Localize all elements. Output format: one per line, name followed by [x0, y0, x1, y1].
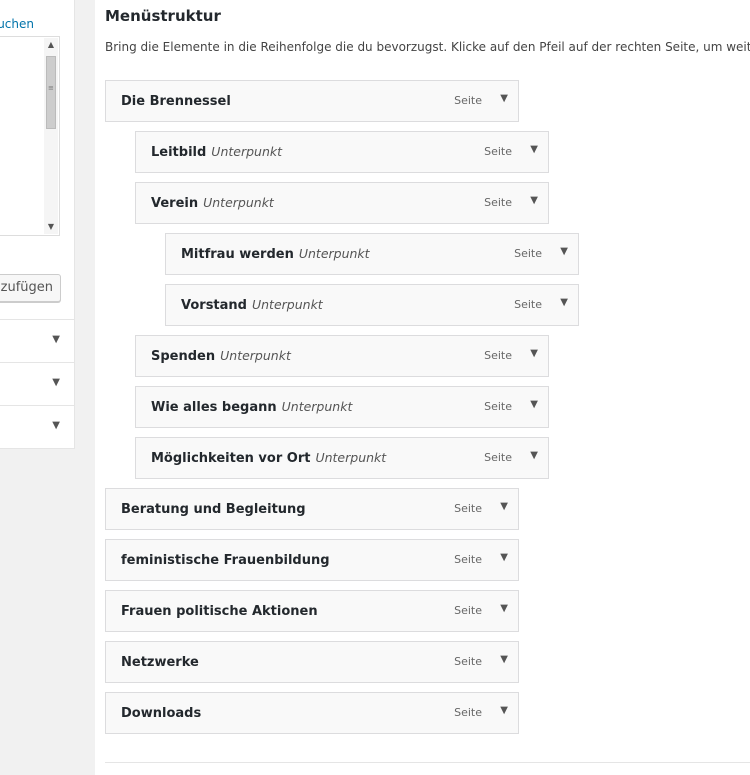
expand-arrow-icon[interactable]: ▼	[530, 399, 538, 410]
menu-item-subtitle: Unterpunkt	[298, 246, 370, 261]
menu-item-label: Verein	[151, 196, 199, 211]
menu-item-type: Seite	[454, 553, 482, 566]
menu-item[interactable]: Verein Unterpunkt Seite ▼	[135, 182, 549, 224]
menu-item-subtitle: Unterpunkt	[281, 399, 353, 414]
expand-arrow-icon[interactable]: ▼	[530, 195, 538, 206]
menu-item-label: feministische Frauenbildung	[121, 553, 330, 568]
scroll-down-arrow-icon[interactable]: ▼	[44, 220, 58, 234]
menu-item[interactable]: Möglichkeiten vor Ort Unterpunkt Seite ▼	[135, 437, 549, 479]
expand-arrow-icon[interactable]: ▼	[500, 501, 508, 512]
expand-arrow-icon[interactable]: ▼	[500, 603, 508, 614]
menu-item-subtitle: Unterpunkt	[251, 297, 323, 312]
menu-item[interactable]: Frauen politische Aktionen Seite ▼	[105, 590, 519, 632]
menu-item-type: Seite	[454, 94, 482, 107]
menu-item[interactable]: Downloads Seite ▼	[105, 692, 519, 734]
menu-item-type: Seite	[484, 400, 512, 413]
accordion-section[interactable]: ▼	[0, 319, 74, 361]
expand-arrow-icon[interactable]: ▼	[500, 654, 508, 665]
menu-item-label: Die Brennessel	[121, 94, 231, 109]
menu-item-subtitle: Unterpunkt	[211, 144, 283, 159]
menu-item-label: Beratung und Begleitung	[121, 502, 306, 517]
expand-arrow-icon[interactable]: ▼	[560, 297, 568, 308]
menu-item-subtitle: Unterpunkt	[220, 348, 291, 363]
menu-item[interactable]: Spenden Unterpunkt Seite ▼	[135, 335, 549, 377]
menu-item-label: Mitfrau werden	[181, 247, 294, 262]
menu-item-type: Seite	[454, 655, 482, 668]
instructions-text: Bring die Elemente in die Reihenfolge di…	[105, 40, 750, 54]
expand-arrow-icon[interactable]: ▼	[500, 552, 508, 563]
accordion-section[interactable]: ▼	[0, 362, 74, 404]
menu-item-label: Wie alles begann	[151, 400, 277, 415]
menu-item-type: Seite	[454, 706, 482, 719]
divider	[105, 762, 750, 763]
page-title: Menüstruktur	[105, 7, 221, 25]
expand-arrow-icon[interactable]: ▼	[530, 348, 538, 359]
add-to-menu-button[interactable]: nzufügen	[0, 274, 61, 302]
menu-item[interactable]: Die Brennessel Seite ▼	[105, 80, 519, 122]
add-menu-items-panel: uchen ▲ ≡ ▼ nzufügen ▼ ▼ ▼	[0, 0, 75, 449]
menu-item-type: Seite	[484, 196, 512, 209]
menu-item-label: Möglichkeiten vor Ort	[151, 451, 311, 466]
menu-item-label: Frauen politische Aktionen	[121, 604, 318, 619]
scroll-grip-icon: ≡	[48, 84, 54, 92]
menu-item-type: Seite	[514, 298, 542, 311]
scrollbar[interactable]: ▲ ≡ ▼	[44, 38, 58, 234]
chevron-down-icon[interactable]: ▼	[52, 420, 60, 431]
menu-item[interactable]: feministische Frauenbildung Seite ▼	[105, 539, 519, 581]
menu-item[interactable]: Netzwerke Seite ▼	[105, 641, 519, 683]
menu-item-type: Seite	[454, 502, 482, 515]
expand-arrow-icon[interactable]: ▼	[500, 93, 508, 104]
chevron-down-icon[interactable]: ▼	[52, 377, 60, 388]
menu-item[interactable]: Beratung und Begleitung Seite ▼	[105, 488, 519, 530]
menu-item-type: Seite	[484, 451, 512, 464]
menu-item[interactable]: Vorstand Unterpunkt Seite ▼	[165, 284, 579, 326]
menu-item[interactable]: Leitbild Unterpunkt Seite ▼	[135, 131, 549, 173]
menu-item-type: Seite	[454, 604, 482, 617]
menu-item-type: Seite	[484, 145, 512, 158]
expand-arrow-icon[interactable]: ▼	[560, 246, 568, 257]
menu-item-label: Downloads	[121, 706, 202, 721]
menu-item-label: Vorstand	[181, 298, 247, 313]
expand-arrow-icon[interactable]: ▼	[530, 450, 538, 461]
menu-item-subtitle: Unterpunkt	[315, 450, 387, 465]
menu-item-type: Seite	[484, 349, 512, 362]
expand-arrow-icon[interactable]: ▼	[530, 144, 538, 155]
menu-item-label: Leitbild	[151, 145, 207, 160]
menu-item[interactable]: Wie alles begann Unterpunkt Seite ▼	[135, 386, 549, 428]
chevron-down-icon[interactable]: ▼	[52, 334, 60, 345]
page-checklist[interactable]: ▲ ≡ ▼	[0, 36, 60, 236]
menu-item-subtitle: Unterpunkt	[203, 195, 274, 210]
scroll-thumb[interactable]: ≡	[46, 56, 56, 129]
menu-item-label: Netzwerke	[121, 655, 199, 670]
scroll-up-arrow-icon[interactable]: ▲	[44, 38, 58, 52]
menu-structure-panel: Menüstruktur Bring die Elemente in die R…	[95, 0, 750, 775]
search-link[interactable]: uchen	[0, 17, 34, 31]
menu-item-type: Seite	[514, 247, 542, 260]
menu-item-label: Spenden	[151, 349, 216, 364]
menu-item[interactable]: Mitfrau werden Unterpunkt Seite ▼	[165, 233, 579, 275]
accordion-section[interactable]: ▼	[0, 405, 74, 447]
expand-arrow-icon[interactable]: ▼	[500, 705, 508, 716]
